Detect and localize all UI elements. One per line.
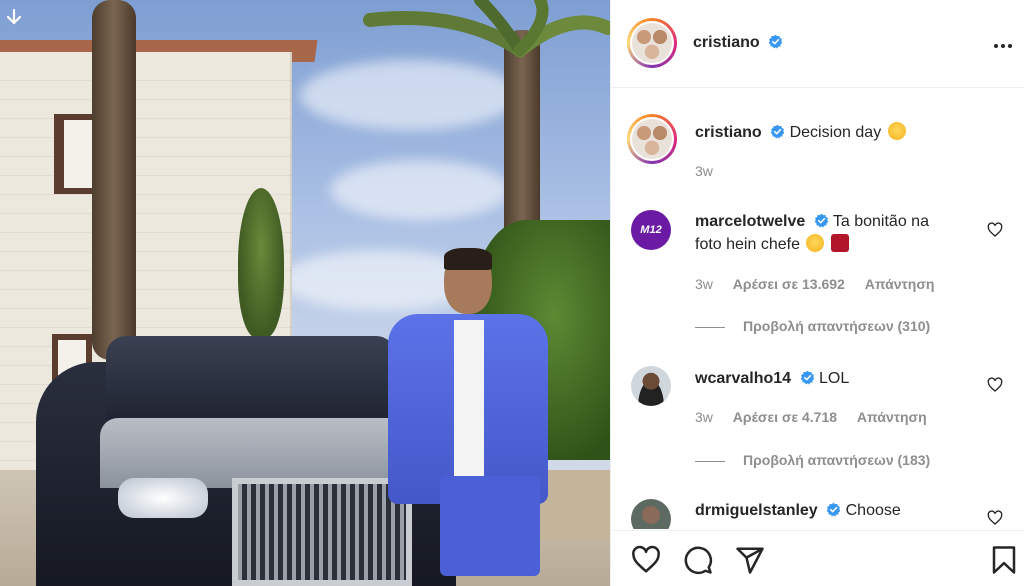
post-header: cristiano xyxy=(611,0,1024,88)
comment-text-line2: foto hein chefe xyxy=(695,236,800,253)
comment-likes-count[interactable]: Αρέσει σε 4.718 xyxy=(733,409,837,425)
comments-list[interactable]: cristiano Decision day 3w M12 marcelotwe… xyxy=(611,89,1024,529)
view-replies-button[interactable]: Προβολή απαντήσεων (310) xyxy=(695,318,930,334)
post-action-bar xyxy=(611,530,1024,586)
cypress-tree xyxy=(238,188,284,338)
author-username[interactable]: cristiano xyxy=(693,34,783,52)
heart-icon[interactable] xyxy=(631,545,661,575)
reply-button[interactable]: Απάντηση xyxy=(865,276,935,292)
caption-author-avatar[interactable] xyxy=(627,114,677,164)
palm-fronds xyxy=(363,0,610,57)
caption-meta: 3w xyxy=(695,163,729,179)
author-avatar[interactable] xyxy=(627,18,677,68)
hundred-emoji-icon xyxy=(830,234,849,252)
comment-time[interactable]: 3w xyxy=(695,276,713,292)
comment-username[interactable]: wcarvalho14 xyxy=(695,370,791,387)
caption-username[interactable]: cristiano xyxy=(695,124,762,141)
comment-text: Ta bonitão na xyxy=(832,213,929,230)
comment-meta: 3w Αρέσει σε 4.718 Απάντηση xyxy=(695,409,943,425)
comment-username[interactable]: marcelotwelve xyxy=(695,213,805,230)
commenter-avatar[interactable] xyxy=(631,499,671,529)
verified-badge-icon xyxy=(826,502,841,517)
send-icon[interactable] xyxy=(735,545,765,575)
replies-divider xyxy=(695,326,725,328)
comment-body: drmiguelstanley Choose xyxy=(695,499,901,522)
replies-divider xyxy=(695,460,725,462)
comment-like-heart-icon[interactable] xyxy=(987,377,1003,393)
thinking-emoji-icon xyxy=(887,122,906,140)
verified-badge-icon xyxy=(768,34,783,49)
comment-like-heart-icon[interactable] xyxy=(987,510,1003,526)
bookmark-icon[interactable] xyxy=(989,545,1019,575)
comment-like-heart-icon[interactable] xyxy=(987,222,1003,238)
caption-time[interactable]: 3w xyxy=(695,163,713,179)
comment-body: wcarvalho14 LOL xyxy=(695,367,849,390)
more-options-icon[interactable] xyxy=(991,34,1015,58)
comment-likes-count[interactable]: Αρέσει σε 13.692 xyxy=(733,276,845,292)
post-photo[interactable] xyxy=(0,0,610,586)
person-in-blue-suit xyxy=(368,248,548,586)
view-replies-button[interactable]: Προβολή απαντήσεων (183) xyxy=(695,452,930,468)
post-side-panel: cristiano cristiano Decision day 3w M12 … xyxy=(610,0,1024,586)
caption-text: Decision day xyxy=(789,124,882,141)
comment-username[interactable]: drmiguelstanley xyxy=(695,502,818,519)
comment-meta: 3w Αρέσει σε 13.692 Απάντηση xyxy=(695,276,950,292)
comment-text: LOL xyxy=(818,370,850,387)
verified-badge-icon xyxy=(814,213,828,228)
comment-icon[interactable] xyxy=(683,545,713,575)
verified-badge-icon xyxy=(800,370,814,385)
verified-badge-icon xyxy=(770,124,785,139)
caption: cristiano Decision day xyxy=(695,121,906,144)
commenter-avatar[interactable]: M12 xyxy=(631,210,671,250)
comment-time[interactable]: 3w xyxy=(695,409,713,425)
palm-trunk-left xyxy=(92,0,136,360)
download-arrow-icon[interactable] xyxy=(4,8,24,28)
comment-text: Choose xyxy=(845,502,901,519)
commenter-avatar[interactable] xyxy=(631,366,671,406)
reply-button[interactable]: Απάντηση xyxy=(857,409,927,425)
comment-body: marcelotwelve Ta bonitão na foto hein ch… xyxy=(695,210,929,256)
laughing-emoji-icon xyxy=(806,234,825,252)
